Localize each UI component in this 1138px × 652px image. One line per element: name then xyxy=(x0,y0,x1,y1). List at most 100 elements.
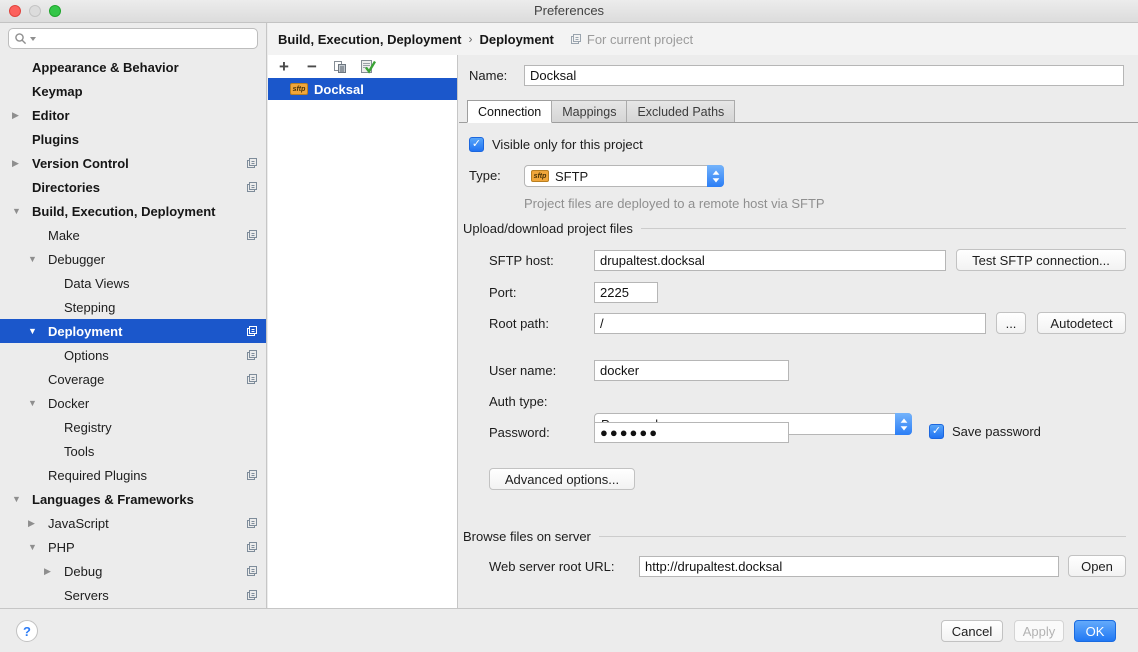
search-icon xyxy=(14,32,27,45)
password-input[interactable] xyxy=(594,422,789,443)
save-password-checkbox[interactable] xyxy=(929,424,944,439)
apply-button[interactable]: Apply xyxy=(1014,620,1064,642)
breadcrumb-deployment[interactable]: Deployment xyxy=(479,32,553,47)
sidebar-item-tools[interactable]: Tools xyxy=(0,439,266,463)
project-scope-icon xyxy=(246,589,258,601)
sidebar-item-javascript[interactable]: JavaScript xyxy=(0,511,266,535)
tab-mappings[interactable]: Mappings xyxy=(551,100,627,122)
sidebar-item-plugins[interactable]: Plugins xyxy=(0,127,266,151)
ok-button[interactable]: OK xyxy=(1074,620,1116,642)
help-button[interactable]: ? xyxy=(16,620,38,642)
preferences-window: Preferences Appearance & Behavior Keymap… xyxy=(0,0,1138,652)
chevron-right-icon[interactable] xyxy=(28,518,48,529)
user-name-input[interactable] xyxy=(594,360,789,381)
sidebar-item-servers[interactable]: Servers xyxy=(0,583,266,607)
auth-type-label: Auth type: xyxy=(489,391,548,412)
sidebar-item-editor[interactable]: Editor xyxy=(0,103,266,127)
sidebar-item-registry[interactable]: Registry xyxy=(0,415,266,439)
type-value: SFTP xyxy=(555,169,588,184)
sidebar-item-version-control[interactable]: Version Control xyxy=(0,151,266,175)
chevron-right-icon[interactable] xyxy=(12,158,32,169)
visible-only-checkbox[interactable] xyxy=(469,137,484,152)
sidebar-item-php[interactable]: PHP xyxy=(0,535,266,559)
autodetect-button[interactable]: Autodetect xyxy=(1037,312,1126,334)
sidebar-item-coverage[interactable]: Coverage xyxy=(0,367,266,391)
sidebar-item-build-execution-deployment[interactable]: Build, Execution, Deployment xyxy=(0,199,266,223)
chevron-down-icon[interactable] xyxy=(28,254,48,264)
chevron-down-icon[interactable] xyxy=(28,398,48,408)
sidebar-item-stepping[interactable]: Stepping xyxy=(0,295,266,319)
project-scope-icon xyxy=(246,373,258,385)
test-sftp-connection-button[interactable]: Test SFTP connection... xyxy=(956,249,1126,271)
server-name: Docksal xyxy=(314,82,364,97)
add-server-button[interactable] xyxy=(276,59,292,75)
dropdown-stepper-icon xyxy=(707,165,724,187)
port-label: Port: xyxy=(489,282,516,303)
project-scope-icon xyxy=(246,349,258,361)
search-input[interactable] xyxy=(36,30,252,47)
sidebar-item-keymap[interactable]: Keymap xyxy=(0,79,266,103)
server-list-panel: sftp Docksal xyxy=(268,55,458,608)
breadcrumb-build-execution-deployment[interactable]: Build, Execution, Deployment xyxy=(278,32,461,47)
sidebar-item-make[interactable]: Make xyxy=(0,223,266,247)
sidebar-item-languages-frameworks[interactable]: Languages & Frameworks xyxy=(0,487,266,511)
sidebar-item-debugger[interactable]: Debugger xyxy=(0,247,266,271)
chevron-down-icon[interactable] xyxy=(12,494,32,504)
project-scope-icon xyxy=(570,33,582,45)
tab-bar: Connection Mappings Excluded Paths xyxy=(459,100,1138,123)
web-root-label: Web server root URL: xyxy=(489,556,614,577)
sidebar-item-directories[interactable]: Directories xyxy=(0,175,266,199)
type-label: Type: xyxy=(469,165,501,186)
name-input[interactable] xyxy=(524,65,1124,86)
project-scope-icon xyxy=(246,229,258,241)
visible-only-label: Visible only for this project xyxy=(492,137,643,152)
type-select[interactable]: sftp SFTP xyxy=(524,165,724,187)
settings-sidebar: Appearance & Behavior Keymap Editor Plug… xyxy=(0,23,267,608)
use-as-default-check-icon[interactable] xyxy=(360,59,376,75)
project-scope-icon xyxy=(246,565,258,577)
web-root-input[interactable] xyxy=(639,556,1059,577)
minimize-window-button[interactable] xyxy=(29,5,41,17)
type-hint: Project files are deployed to a remote h… xyxy=(524,196,825,211)
chevron-right-icon[interactable] xyxy=(12,110,32,121)
project-scope-icon xyxy=(246,157,258,169)
sidebar-item-docker[interactable]: Docker xyxy=(0,391,266,415)
sidebar-item-deployment[interactable]: Deployment xyxy=(0,319,266,343)
open-url-button[interactable]: Open xyxy=(1068,555,1126,577)
remove-server-button[interactable] xyxy=(304,59,320,75)
root-path-input[interactable] xyxy=(594,313,986,334)
copy-server-icon[interactable] xyxy=(332,59,348,75)
sidebar-item-required-plugins[interactable]: Required Plugins xyxy=(0,463,266,487)
root-path-label: Root path: xyxy=(489,313,549,334)
save-password-label: Save password xyxy=(952,424,1041,439)
scope-indicator: For current project xyxy=(570,32,693,47)
chevron-down-icon[interactable] xyxy=(28,326,48,336)
sidebar-item-data-views[interactable]: Data Views xyxy=(0,271,266,295)
settings-search-field[interactable] xyxy=(8,28,258,49)
advanced-options-button[interactable]: Advanced options... xyxy=(489,468,635,490)
browse-root-path-button[interactable]: ... xyxy=(996,312,1026,334)
sidebar-item-appearance-behavior[interactable]: Appearance & Behavior xyxy=(0,55,266,79)
scope-label: For current project xyxy=(587,32,693,47)
upload-section-header: Upload/download project files xyxy=(463,221,1126,236)
tab-connection[interactable]: Connection xyxy=(467,100,552,123)
chevron-down-icon[interactable] xyxy=(12,206,32,216)
sftp-host-input[interactable] xyxy=(594,250,946,271)
sidebar-item-debug[interactable]: Debug xyxy=(0,559,266,583)
window-title: Preferences xyxy=(0,0,1138,22)
server-list-item-docksal[interactable]: sftp Docksal xyxy=(268,78,457,100)
zoom-window-button[interactable] xyxy=(49,5,61,17)
name-label: Name: xyxy=(469,65,507,86)
cancel-button[interactable]: Cancel xyxy=(941,620,1003,642)
project-scope-icon xyxy=(246,541,258,553)
chevron-right-icon[interactable] xyxy=(44,566,64,577)
chevron-down-icon[interactable] xyxy=(28,542,48,552)
sftp-file-icon: sftp xyxy=(290,83,308,95)
user-name-label: User name: xyxy=(489,360,556,381)
tab-excluded-paths[interactable]: Excluded Paths xyxy=(626,100,735,122)
sidebar-item-options[interactable]: Options xyxy=(0,343,266,367)
password-label: Password: xyxy=(489,422,550,443)
port-input[interactable] xyxy=(594,282,658,303)
breadcrumb: Build, Execution, Deployment › Deploymen… xyxy=(268,23,1138,55)
close-window-button[interactable] xyxy=(9,5,21,17)
